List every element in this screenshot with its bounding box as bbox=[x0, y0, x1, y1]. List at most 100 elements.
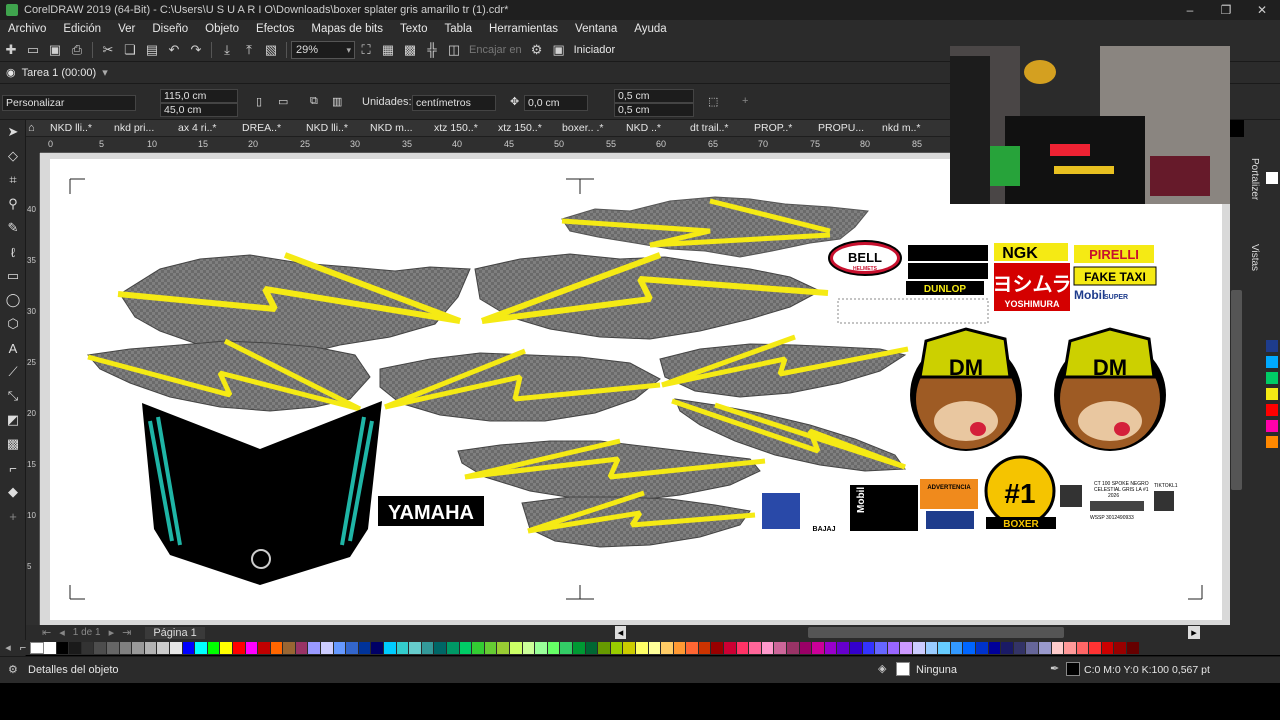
palette-swatch[interactable] bbox=[44, 641, 57, 654]
palette-swatch[interactable] bbox=[1127, 641, 1140, 654]
last-page-icon[interactable]: ⇥ bbox=[122, 626, 131, 639]
save-icon[interactable]: ▣ bbox=[46, 41, 64, 59]
doc-tab[interactable]: dt trail..* bbox=[682, 122, 746, 134]
palette-swatch[interactable] bbox=[1266, 436, 1278, 448]
palette-swatch[interactable] bbox=[245, 641, 259, 654]
palette-swatch[interactable] bbox=[837, 641, 850, 654]
current-page-icon[interactable]: ▥ bbox=[332, 95, 342, 108]
palette-swatch[interactable] bbox=[396, 641, 410, 654]
parallel-dimension-icon[interactable]: ⟋ bbox=[0, 360, 26, 384]
zoom-tool-icon[interactable]: ⚲ bbox=[0, 192, 26, 216]
close-icon[interactable]: ✕ bbox=[1244, 0, 1280, 20]
palette-swatch[interactable] bbox=[434, 641, 447, 654]
palette-swatch[interactable] bbox=[195, 641, 208, 654]
palette-swatch[interactable] bbox=[850, 641, 863, 654]
palette-swatch[interactable] bbox=[371, 641, 385, 654]
palette-swatch[interactable] bbox=[447, 641, 460, 654]
palette-swatch[interactable] bbox=[522, 641, 536, 654]
menu-ayuda[interactable]: Ayuda bbox=[634, 23, 666, 35]
palette-swatch[interactable] bbox=[484, 641, 498, 654]
palette-swatch[interactable] bbox=[295, 641, 309, 654]
palette-swatch[interactable] bbox=[56, 641, 70, 654]
palette-swatch[interactable] bbox=[572, 641, 586, 654]
palette-swatch[interactable] bbox=[761, 641, 775, 654]
doc-tab[interactable]: xtz 150..* bbox=[426, 122, 490, 134]
menu-ver[interactable]: Ver bbox=[118, 23, 135, 35]
doc-tab[interactable]: PROP..* bbox=[746, 122, 810, 134]
palette-swatch[interactable] bbox=[1026, 641, 1039, 654]
interactive-fill-icon[interactable]: ◆ bbox=[0, 480, 26, 504]
maximize-icon[interactable]: ❐ bbox=[1208, 0, 1244, 20]
palette-swatch[interactable] bbox=[182, 641, 196, 654]
palette-swatch[interactable] bbox=[1051, 641, 1065, 654]
nudge-distance-field[interactable]: 0,0 cm bbox=[524, 95, 588, 111]
palette-swatch[interactable] bbox=[824, 641, 838, 654]
doc-tab[interactable]: PROPU... bbox=[810, 122, 874, 134]
new-document-icon[interactable]: ✚ bbox=[2, 41, 20, 59]
palette-swatch[interactable] bbox=[1064, 641, 1077, 654]
palette-swatch[interactable] bbox=[686, 641, 699, 654]
export-icon[interactable]: ⤒ bbox=[240, 41, 258, 59]
home-icon[interactable]: ⌂ bbox=[28, 122, 42, 134]
launcher-dropdown[interactable]: Iniciador bbox=[574, 44, 616, 56]
rectangle-tool-icon[interactable]: ▭ bbox=[0, 264, 26, 288]
task-eye-icon[interactable]: ◉ bbox=[6, 66, 16, 79]
scroll-left-icon[interactable]: ◂ bbox=[614, 626, 627, 639]
palette-swatch[interactable] bbox=[258, 641, 271, 654]
print-icon[interactable]: ⎙ bbox=[68, 41, 86, 59]
palette-swatch[interactable] bbox=[270, 641, 284, 654]
add-tool-icon[interactable]: + bbox=[0, 504, 26, 528]
cut-icon[interactable]: ✂ bbox=[99, 41, 117, 59]
snap-icon[interactable]: ◫ bbox=[445, 41, 463, 59]
task-label[interactable]: Tarea 1 (00:00) bbox=[22, 67, 97, 79]
palette-swatch[interactable] bbox=[472, 641, 485, 654]
open-folder-icon[interactable]: ▭ bbox=[24, 41, 42, 59]
grid-icon[interactable]: ▩ bbox=[401, 41, 419, 59]
palette-swatch[interactable] bbox=[232, 641, 246, 654]
menu-efectos[interactable]: Efectos bbox=[256, 23, 294, 35]
doc-tab[interactable]: nkd pri... bbox=[106, 122, 170, 134]
landscape-icon[interactable]: ▭ bbox=[278, 95, 288, 108]
ruler-corner[interactable] bbox=[26, 137, 40, 153]
palette-swatch[interactable] bbox=[384, 641, 397, 654]
palette-swatch[interactable] bbox=[711, 641, 725, 654]
palette-swatch[interactable] bbox=[144, 641, 158, 654]
prev-page-icon[interactable]: ◂ bbox=[59, 626, 65, 639]
all-pages-icon[interactable]: ⧉ bbox=[310, 95, 318, 108]
doc-tab[interactable]: DREA..* bbox=[234, 122, 298, 134]
palette-swatch[interactable] bbox=[535, 641, 548, 654]
no-color-swatch[interactable] bbox=[30, 641, 44, 654]
palette-swatch[interactable] bbox=[1114, 641, 1128, 654]
palette-swatch[interactable] bbox=[1038, 641, 1052, 654]
full-screen-icon[interactable]: ⛶ bbox=[357, 41, 375, 59]
palette-swatch[interactable] bbox=[1076, 641, 1090, 654]
palette-swatch[interactable] bbox=[698, 641, 712, 654]
palette-swatch[interactable] bbox=[409, 641, 422, 654]
palette-swatch[interactable] bbox=[787, 641, 800, 654]
palette-swatch[interactable] bbox=[333, 641, 347, 654]
freehand-tool-icon[interactable]: ✎ bbox=[0, 216, 26, 240]
duplicate-x-field[interactable]: 0,5 cm bbox=[614, 89, 694, 103]
doc-tab[interactable]: nkd m..* bbox=[874, 122, 924, 134]
palette-swatch[interactable] bbox=[421, 641, 435, 654]
rulers-icon[interactable]: ▦ bbox=[379, 41, 397, 59]
vertical-scrollbar-thumb[interactable] bbox=[1231, 290, 1242, 490]
palette-swatch[interactable] bbox=[988, 641, 1002, 654]
options-gear-icon[interactable]: ⚙ bbox=[528, 41, 546, 59]
palette-swatch[interactable] bbox=[207, 641, 221, 654]
menu-diseno[interactable]: Diseño bbox=[152, 23, 188, 35]
palette-swatch[interactable] bbox=[887, 641, 901, 654]
chevron-down-icon[interactable]: ▾ bbox=[102, 66, 108, 79]
palette-swatch[interactable] bbox=[610, 641, 624, 654]
palette-swatch[interactable] bbox=[94, 641, 107, 654]
menu-texto[interactable]: Texto bbox=[400, 23, 428, 35]
palette-swatch[interactable] bbox=[862, 641, 876, 654]
menu-edicion[interactable]: Edición bbox=[63, 23, 101, 35]
page-preset-dropdown[interactable]: Personalizar bbox=[2, 95, 136, 111]
palette-swatch[interactable] bbox=[69, 641, 82, 654]
drop-shadow-icon[interactable]: ◩ bbox=[0, 408, 26, 432]
palette-swatch[interactable] bbox=[925, 641, 939, 654]
object-details-label[interactable]: Detalles del objeto bbox=[28, 664, 119, 676]
palette-swatch[interactable] bbox=[749, 641, 762, 654]
palette-swatch[interactable] bbox=[547, 641, 561, 654]
